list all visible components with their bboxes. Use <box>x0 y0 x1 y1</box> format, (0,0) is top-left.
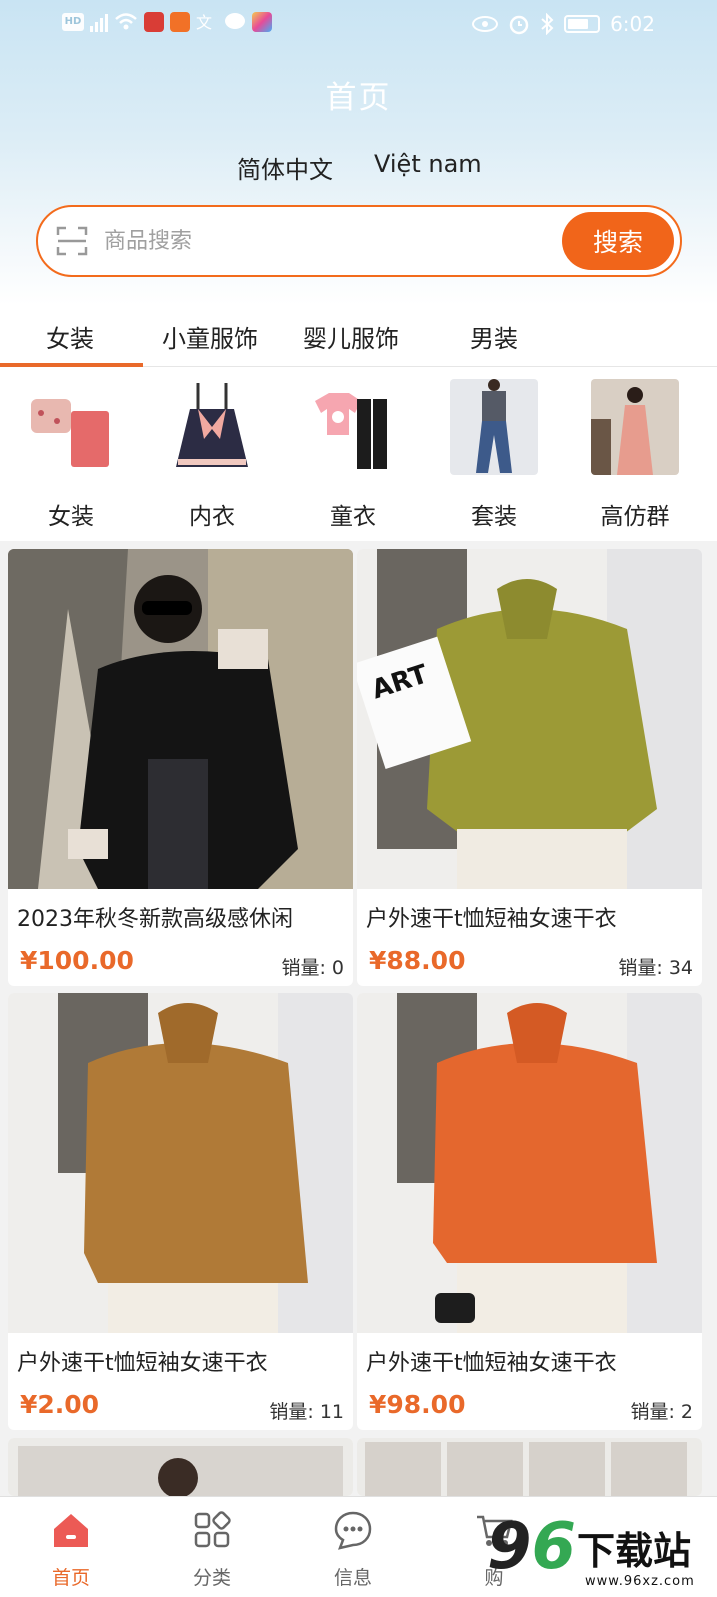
product-sales: 销量: 11 <box>269 1401 344 1423</box>
scan-icon[interactable] <box>56 225 88 257</box>
category-label: 童衣 <box>330 504 376 530</box>
message-icon <box>334 1511 372 1550</box>
product-sales: 销量: 34 <box>618 957 693 979</box>
product-card[interactable]: 户外速干t恤短袖女速干衣 ¥98.00 销量: 2 <box>357 993 702 1430</box>
nav-label: 首页 <box>51 1567 90 1589</box>
product-name: 2023年秋冬新款高级感休闲 <box>17 907 293 932</box>
bluetooth-icon <box>541 13 554 35</box>
page-title: 首页 <box>325 80 392 116</box>
chat-icon <box>225 13 245 29</box>
category-label: 内衣 <box>189 504 235 530</box>
app-notification-icon <box>144 12 164 32</box>
wifi-icon <box>115 13 137 30</box>
home-icon <box>54 1514 88 1547</box>
product-image: ART <box>357 549 702 889</box>
nav-home[interactable]: 首页 <box>21 1509 121 1590</box>
status-time: 6:02 <box>610 12 655 36</box>
tab-womens[interactable]: 女装 <box>46 319 94 354</box>
watermark-logo: 96 下载站 www.96xz.com <box>487 1510 707 1596</box>
product-image <box>8 549 353 889</box>
signal-icon <box>90 12 108 32</box>
product-name: 户外速干t恤短袖女速干衣 <box>366 1351 617 1376</box>
status-bar: HD 文 6:02 <box>0 0 717 50</box>
product-price: ¥100.00 <box>20 946 134 975</box>
category-grid: 女装 内衣 童衣 套装 高仿群 <box>0 367 717 541</box>
tab-baby[interactable]: 婴儿服饰 <box>303 319 399 354</box>
product-image <box>8 1438 353 1496</box>
tab-kids[interactable]: 小童服饰 <box>162 319 258 354</box>
translate-icon: 文 <box>196 13 212 32</box>
category-womens-image <box>31 399 109 467</box>
product-name: 户外速干t恤短袖女速干衣 <box>17 1351 268 1376</box>
watermark-text: 下载站 <box>577 1529 692 1573</box>
category-label: 女装 <box>48 504 94 530</box>
product-image <box>357 993 702 1333</box>
product-card-partial[interactable] <box>357 1438 702 1496</box>
category-label: 套装 <box>471 504 517 530</box>
watermark-url: www.96xz.com <box>585 1574 695 1589</box>
eye-icon <box>472 16 499 32</box>
product-card[interactable]: 2023年秋冬新款高级感休闲 ¥100.00 销量: 0 <box>8 549 353 986</box>
hd-icon: HD <box>62 13 84 31</box>
search-input[interactable] <box>104 221 504 261</box>
nav-label: 分类 <box>192 1567 231 1589</box>
search-button[interactable]: 搜索 <box>562 212 674 270</box>
grid-icon <box>194 1511 231 1548</box>
product-sales: 销量: 0 <box>281 957 344 979</box>
category-premium-group[interactable]: 高仿群 <box>580 379 690 531</box>
category-premium-image <box>591 379 679 475</box>
product-name: 户外速干t恤短袖女速干衣 <box>366 907 617 932</box>
language-option-chinese[interactable]: 简体中文 <box>237 150 333 185</box>
category-label: 高仿群 <box>600 504 670 530</box>
app-icon <box>252 12 272 32</box>
category-kidswear-image <box>315 393 387 469</box>
category-kidswear[interactable]: 童衣 <box>298 379 408 531</box>
battery-icon <box>564 15 601 33</box>
category-tabs: 女装 小童服饰 婴儿服饰 男装 <box>0 305 717 367</box>
svg-text:文: 文 <box>196 13 212 32</box>
product-price: ¥98.00 <box>369 1390 466 1419</box>
taobao-icon <box>170 12 190 32</box>
product-price: ¥2.00 <box>20 1390 100 1419</box>
nav-messages[interactable]: 信息 <box>303 1509 403 1590</box>
product-card[interactable]: ART 户外速干t恤短袖女速干衣 ¥88.00 销量: 34 <box>357 549 702 986</box>
tab-mens[interactable]: 男装 <box>470 319 518 354</box>
category-womens[interactable]: 女装 <box>16 379 126 531</box>
nav-label: 信息 <box>333 1567 372 1589</box>
category-sets[interactable]: 套装 <box>439 379 549 531</box>
nav-category[interactable]: 分类 <box>162 1509 262 1590</box>
product-sales: 销量: 2 <box>630 1401 693 1423</box>
alarm-icon <box>509 15 529 35</box>
watermark-96-logo: 96 <box>487 1510 577 1584</box>
product-card-partial[interactable] <box>8 1438 353 1496</box>
category-underwear-image <box>176 383 248 467</box>
search-bar: 搜索 <box>36 205 682 277</box>
product-card[interactable]: 户外速干t恤短袖女速干衣 ¥2.00 销量: 11 <box>8 993 353 1430</box>
category-sets-image <box>450 379 538 475</box>
product-image <box>357 1438 702 1496</box>
category-underwear[interactable]: 内衣 <box>157 379 267 531</box>
product-price: ¥88.00 <box>369 946 466 975</box>
language-option-vietnamese[interactable]: Việt nam <box>374 150 482 178</box>
product-image <box>8 993 353 1333</box>
